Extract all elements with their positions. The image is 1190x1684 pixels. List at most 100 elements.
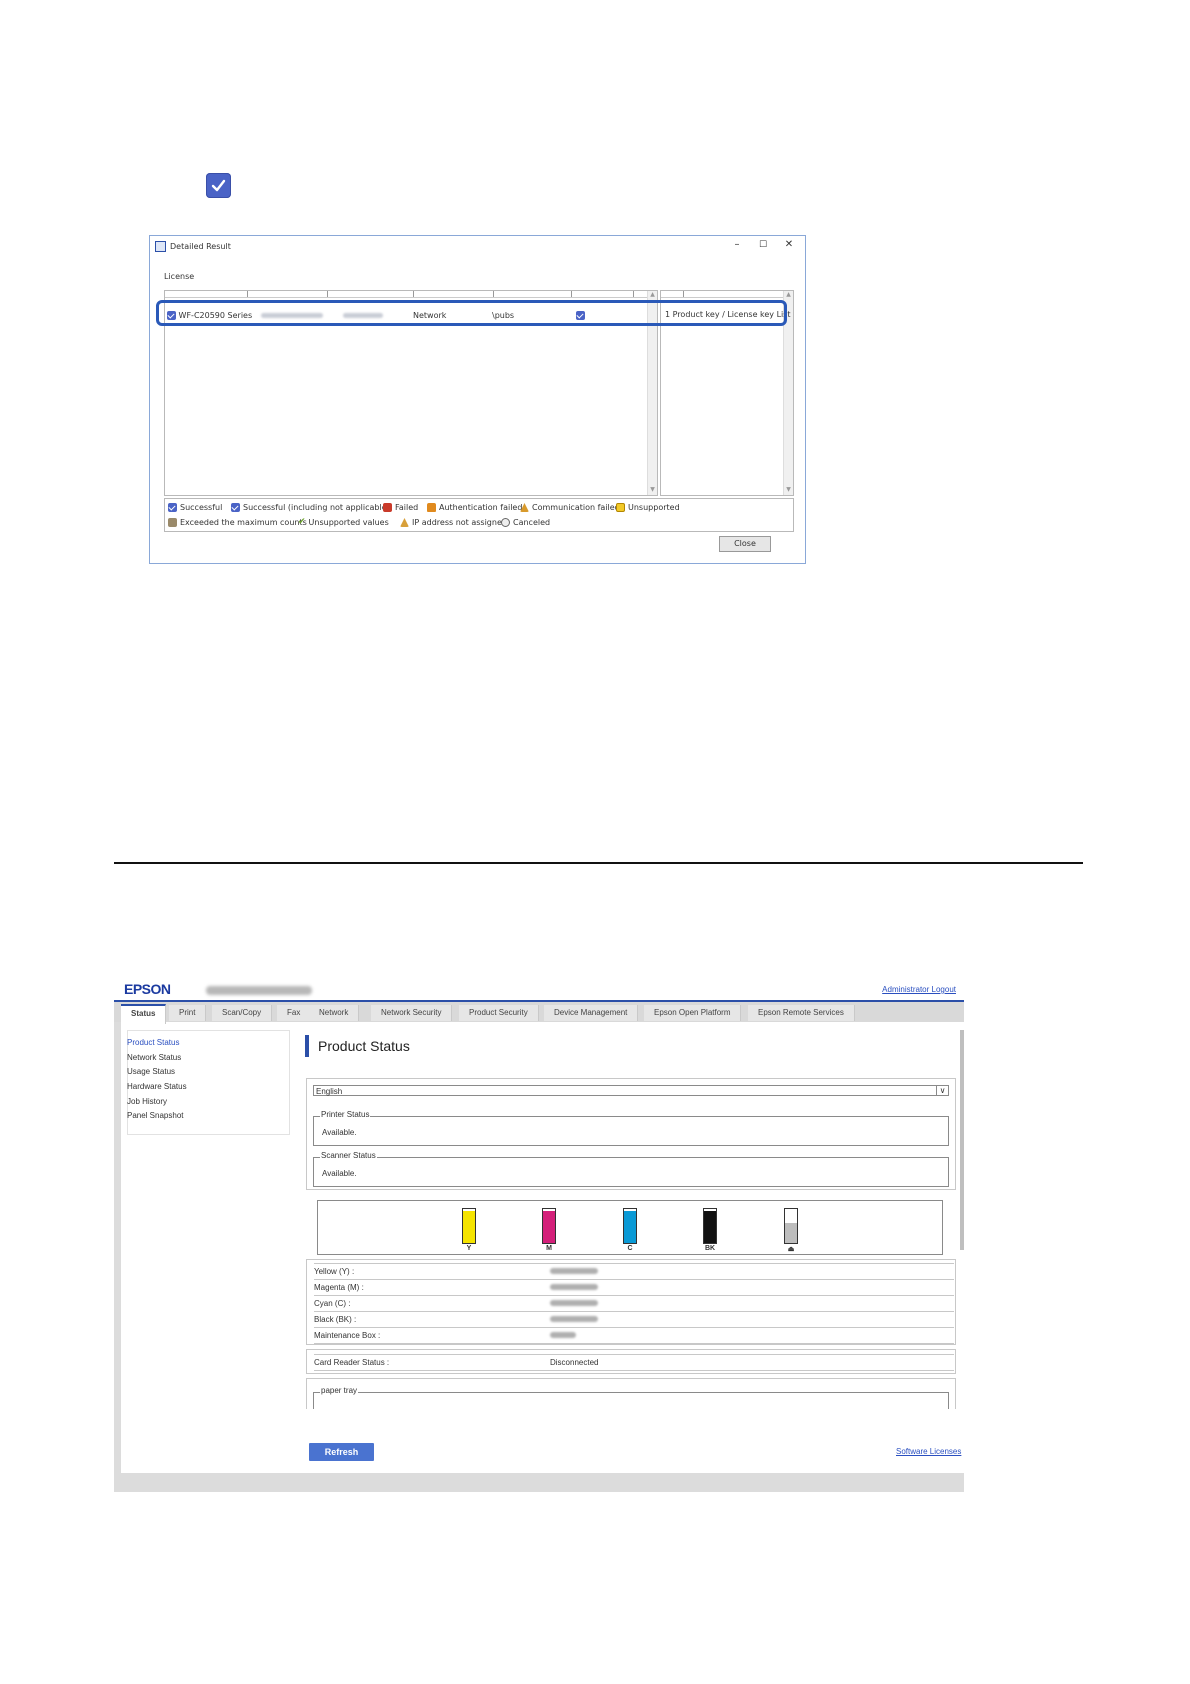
ink-label: Y	[466, 1245, 472, 1252]
legend-item: Successful (including not applicable)	[231, 503, 390, 512]
printer-status-group	[313, 1116, 949, 1146]
legend-item: Communication failed	[520, 503, 620, 512]
legend-label: Communication failed	[532, 503, 620, 512]
ink-level-fill	[704, 1211, 716, 1243]
legend-label: Successful (including not applicable)	[243, 503, 390, 512]
scanner-status-group	[313, 1157, 949, 1187]
tab-network[interactable]: Network	[309, 1005, 360, 1021]
sidebar-item-panel-snapshot[interactable]: Panel Snapshot	[127, 1111, 184, 1120]
legend-item: Failed	[383, 503, 418, 512]
sidebar-item-product-status[interactable]: Product Status	[127, 1038, 179, 1047]
tab-fax[interactable]: Fax	[277, 1005, 312, 1021]
scroll-down-icon[interactable]: ▼	[784, 486, 793, 495]
table-row: Maintenance Box :	[314, 1327, 954, 1344]
close-button[interactable]: Close	[719, 536, 771, 552]
legend-item: ✔ Unsupported values	[298, 517, 389, 528]
legend-label: Successful	[180, 503, 223, 512]
row-label: Black (BK) :	[314, 1315, 357, 1324]
legend-item: Exceeded the maximum counts	[168, 518, 307, 527]
refresh-button[interactable]: Refresh	[309, 1443, 374, 1461]
main-scrollbar[interactable]	[960, 1030, 964, 1250]
tab-epson-open-platform[interactable]: Epson Open Platform	[644, 1005, 742, 1021]
card-reader-value: Disconnected	[550, 1358, 599, 1367]
sidebar-item-usage-status[interactable]: Usage Status	[127, 1067, 175, 1076]
ink-cartridge-bk	[703, 1208, 717, 1244]
scroll-down-icon[interactable]: ▼	[648, 486, 657, 495]
scroll-up-icon[interactable]: ▲	[648, 291, 657, 300]
failed-icon	[383, 503, 392, 512]
admin-logout-link[interactable]: Administrator Logout	[882, 985, 956, 994]
maintenance-code-redacted	[550, 1332, 576, 1338]
page-title: Product Status	[318, 1038, 410, 1054]
legend-label: Unsupported	[628, 503, 680, 512]
cartridge-code-redacted	[550, 1316, 598, 1322]
section-divider	[114, 862, 1083, 864]
ink-cartridge-c	[623, 1208, 637, 1244]
legend-item: Authentication failed	[427, 503, 522, 512]
ink-level-fill	[543, 1211, 555, 1243]
web-config-page: EPSON Administrator Logout Status Print …	[114, 978, 964, 1492]
legend-item: Canceled	[501, 518, 550, 527]
printer-icon	[168, 518, 177, 527]
lock-icon	[427, 503, 436, 512]
table-row: Black (BK) :	[314, 1311, 954, 1327]
network-icon	[520, 503, 529, 512]
chevron-down-icon: ∨	[936, 1085, 948, 1096]
epson-logo: EPSON	[124, 981, 171, 997]
ink-label: M	[546, 1245, 552, 1252]
table-row: Magenta (M) :	[314, 1279, 954, 1295]
window-titlebar: Detailed Result	[155, 240, 231, 252]
title-accent	[305, 1035, 309, 1057]
tab-product-security[interactable]: Product Security	[459, 1005, 539, 1021]
ink-level-fill	[785, 1223, 797, 1243]
table-row: Card Reader Status : Disconnected	[314, 1354, 954, 1371]
sidebar-item-network-status[interactable]: Network Status	[127, 1053, 181, 1062]
ink-cartridge-y	[462, 1208, 476, 1244]
success-check-icon	[168, 503, 177, 512]
language-select[interactable]: English ∨	[313, 1085, 949, 1096]
tab-scan-copy[interactable]: Scan/Copy	[212, 1005, 273, 1021]
ink-label: C	[627, 1245, 633, 1252]
scroll-up-icon[interactable]: ▲	[784, 291, 793, 300]
ink-cartridge-maintenance-box	[784, 1208, 798, 1244]
warning-icon	[616, 503, 625, 512]
legend-label: Failed	[395, 503, 419, 512]
model-name-redacted	[206, 986, 312, 995]
highlight-frame	[156, 300, 787, 326]
paper-tray-label: paper tray	[320, 1386, 359, 1395]
tab-epson-remote-services[interactable]: Epson Remote Services	[748, 1005, 855, 1021]
status-legend: Successful Successful (including not app…	[164, 498, 794, 532]
scanner-status-label: Scanner Status	[320, 1151, 377, 1160]
sidebar-item-job-history[interactable]: Job History	[127, 1097, 167, 1106]
legend-item: IP address not assigned	[400, 518, 507, 527]
page-footer-bar	[114, 1473, 964, 1492]
language-value: English	[316, 1087, 343, 1096]
ip-icon	[400, 518, 409, 527]
tab-print[interactable]: Print	[169, 1005, 207, 1021]
scanner-status-value: Available.	[322, 1169, 357, 1178]
software-licenses-link[interactable]: Software Licenses	[896, 1447, 961, 1456]
tab-status[interactable]: Status	[121, 1004, 167, 1024]
tab-device-management[interactable]: Device Management	[544, 1005, 639, 1021]
ink-cartridge-m	[542, 1208, 556, 1244]
close-window-button[interactable]: ✕	[776, 238, 802, 252]
list-header	[165, 291, 657, 298]
sidebar-item-hardware-status[interactable]: Hardware Status	[127, 1082, 187, 1091]
main-nav: Status Print Scan/Copy Fax Network Netwo…	[114, 1000, 964, 1024]
table-row: Cyan (C) :	[314, 1295, 954, 1311]
ink-label: BK	[704, 1245, 716, 1252]
check-mark-icon: ✔	[298, 517, 306, 527]
success-na-check-icon	[231, 503, 240, 512]
printer-status-label: Printer Status	[320, 1110, 371, 1119]
legend-label: Authentication failed	[439, 503, 523, 512]
window-title: Detailed Result	[170, 241, 231, 251]
cancel-icon	[501, 518, 510, 527]
row-label: Cyan (C) :	[314, 1299, 351, 1308]
ink-level-fill	[624, 1211, 636, 1243]
minimize-button[interactable]: –	[724, 238, 750, 252]
legend-label: Exceeded the maximum counts	[180, 518, 307, 527]
app-icon	[155, 240, 166, 252]
tab-network-security[interactable]: Network Security	[371, 1005, 453, 1021]
ink-level-fill	[463, 1211, 475, 1243]
maximize-button[interactable]: ☐	[750, 238, 776, 252]
